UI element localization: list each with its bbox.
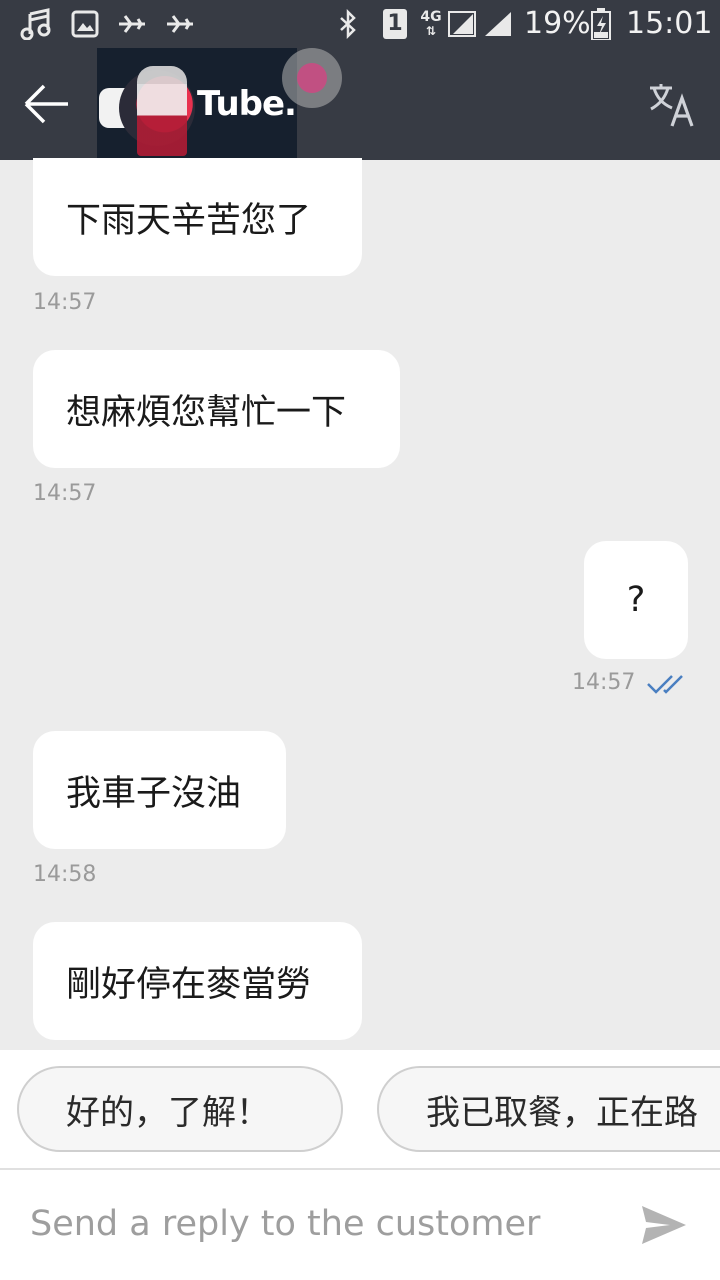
signal-icon bbox=[446, 8, 480, 40]
message-text: ? bbox=[626, 580, 646, 620]
message-bubble: 想麻煩您幫忙一下 bbox=[33, 350, 400, 468]
clock: 15:01 bbox=[626, 6, 713, 41]
back-arrow-icon[interactable] bbox=[22, 80, 74, 128]
app-bar: Tube. bbox=[0, 48, 720, 160]
network-label: 4G bbox=[420, 9, 442, 25]
message-time: 14:57 bbox=[33, 481, 97, 506]
quick-reply-bar: 好的，了解！ 我已取餐，正在路 bbox=[0, 1050, 720, 1168]
message-text: 下雨天辛苦您了 bbox=[66, 200, 312, 241]
flight-icon bbox=[116, 8, 148, 40]
flight-icon bbox=[164, 8, 196, 40]
message-bubble: 下雨天辛苦您了 bbox=[33, 158, 362, 276]
message-bubble: 我車子沒油 bbox=[33, 731, 286, 849]
sim-icon: 1 bbox=[382, 8, 408, 40]
signal-icon bbox=[482, 8, 514, 40]
network-type-label: 4G ⇅ bbox=[420, 9, 442, 38]
quick-reply-chip[interactable]: 好的，了解！ bbox=[17, 1066, 343, 1152]
battery-percent: 19% bbox=[524, 6, 591, 41]
message-text: 我車子沒油 bbox=[66, 773, 242, 814]
message-text: 剛好停在麥當勞 bbox=[66, 964, 312, 1005]
message-time: 14:57 bbox=[33, 290, 97, 315]
message-time: 14:58 bbox=[33, 862, 97, 887]
quick-reply-label: 好的，了解！ bbox=[66, 1092, 270, 1133]
translate-icon[interactable] bbox=[648, 82, 696, 128]
message-time: 14:57 bbox=[572, 670, 636, 695]
battery-icon bbox=[590, 8, 612, 40]
bluetooth-icon bbox=[334, 8, 362, 40]
reply-input[interactable] bbox=[30, 1194, 610, 1254]
status-bar: 1 4G ⇅ 19% 15:01 bbox=[0, 0, 720, 48]
thumbnail-logo-text: Tube. bbox=[197, 84, 297, 124]
quick-reply-label: 我已取餐，正在路 bbox=[426, 1092, 698, 1133]
image-icon bbox=[70, 8, 100, 40]
video-thumbnail[interactable]: Tube. bbox=[97, 48, 297, 160]
send-icon[interactable] bbox=[640, 1202, 688, 1248]
composer bbox=[0, 1170, 720, 1280]
message-bubble-outgoing: ? bbox=[584, 541, 688, 659]
message-bubble: 剛好停在麥當勞 bbox=[33, 922, 362, 1040]
double-check-icon bbox=[646, 672, 690, 696]
floating-bubble[interactable] bbox=[282, 48, 342, 108]
thumbnail-figure bbox=[137, 66, 187, 156]
sim-label: 1 bbox=[383, 9, 407, 39]
music-icon bbox=[18, 8, 54, 40]
message-text: 想麻煩您幫忙一下 bbox=[66, 392, 347, 433]
quick-reply-chip[interactable]: 我已取餐，正在路 bbox=[377, 1066, 720, 1152]
